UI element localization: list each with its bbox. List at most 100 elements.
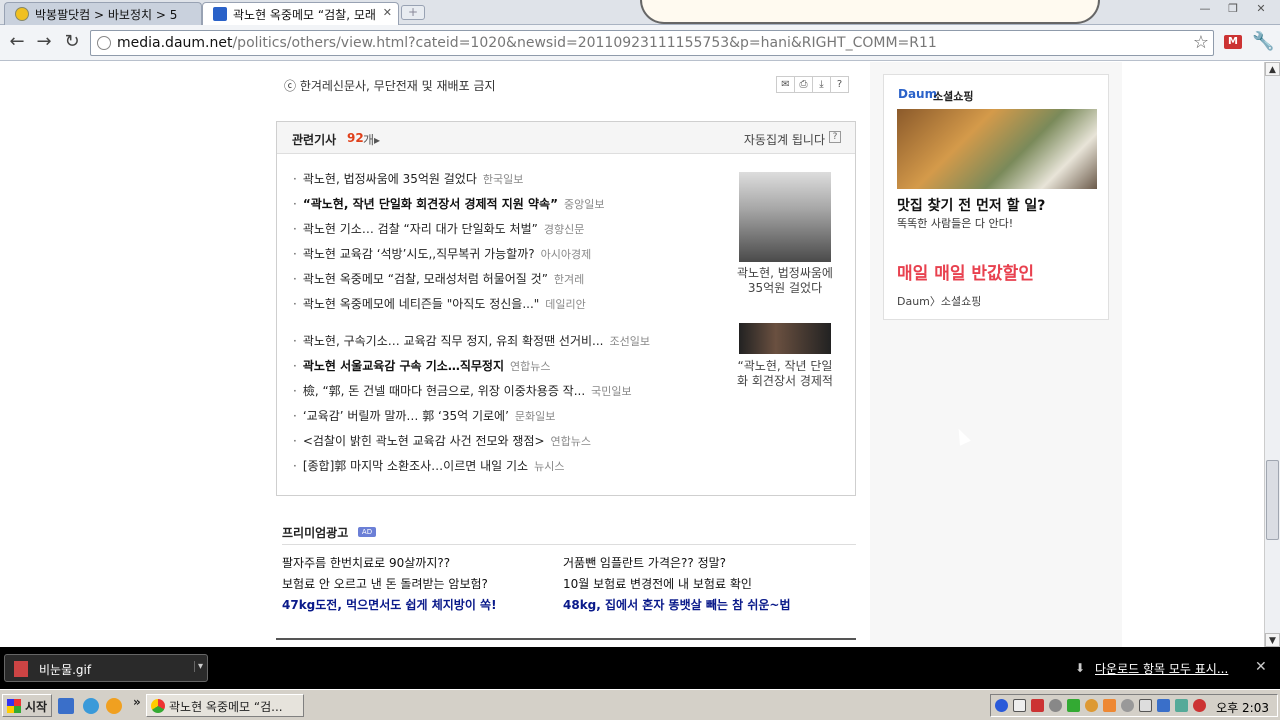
mail-icon[interactable]: ✉ xyxy=(776,76,795,93)
article-title-link[interactable]: ‘교육감’ 버릴까 말까… 郭 ‘35억 기로에’ xyxy=(303,409,509,423)
article-title-link[interactable]: 곽노현 기소… 검찰 “자리 대가 단일화도 처벌” xyxy=(303,222,538,236)
premium-ad-link[interactable]: 팔자주름 한번치료로 90살까지?? xyxy=(282,554,497,575)
wrench-menu-icon[interactable]: 🔧 xyxy=(1252,31,1274,52)
article-title-link[interactable]: 檢, “郭, 돈 건넬 때마다 현금으로, 위장 이중차용증 작... xyxy=(303,384,585,398)
url-text[interactable]: media.daum.net/politics/others/view.html… xyxy=(117,35,937,51)
bookmark-star-icon[interactable]: ☆ xyxy=(1193,32,1209,53)
start-button[interactable]: 시작 xyxy=(2,694,52,717)
ad-sale-text[interactable]: 매일 매일 반값할인 xyxy=(897,259,1034,284)
article-title-link[interactable]: [종합]郭 마지막 소환조사…이르면 내일 기소 xyxy=(303,459,528,473)
minimize-icon[interactable]: — xyxy=(1194,2,1216,17)
close-icon[interactable]: ✕ xyxy=(1255,659,1267,675)
thumb-photo-2[interactable] xyxy=(739,323,831,354)
tray-app-icon[interactable] xyxy=(1049,699,1062,712)
thumb-photo-1[interactable] xyxy=(739,172,831,262)
related-article-item[interactable]: · 곽노현 옥중메모에 네티즌들 "아직도 정신을..." 데일리안 xyxy=(293,295,604,320)
related-count[interactable]: 92 xyxy=(347,131,364,145)
related-article-item[interactable]: · “곽노현, 작년 단일화 회견장서 경제적 지원 약속” 중앙일보 xyxy=(293,195,604,220)
related-article-item[interactable]: · 檢, “郭, 돈 건넬 때마다 현금으로, 위장 이중차용증 작... 국민일보 xyxy=(293,382,650,407)
browser-toolbar: ← → ↻ media.daum.net/politics/others/vie… xyxy=(0,25,1280,61)
back-icon[interactable]: ← xyxy=(6,32,28,54)
maximize-icon[interactable]: ❐ xyxy=(1222,2,1244,17)
print-icon[interactable]: ⎙ xyxy=(794,76,813,93)
tray-app-icon[interactable] xyxy=(1103,699,1116,712)
food-image[interactable] xyxy=(897,109,1097,189)
tab-bakbong[interactable]: 박봉팔닷컴 > 바보정치 > 5 xyxy=(4,2,202,25)
chevron-down-icon[interactable]: ▾ xyxy=(193,661,203,672)
tab-daum-article[interactable]: 곽노현 옥중메모 “검찰, 모래 ✕ xyxy=(202,2,399,26)
chrome-icon xyxy=(151,699,165,713)
forward-icon[interactable]: → xyxy=(33,32,55,54)
related-title: 관련기사 xyxy=(292,133,337,147)
related-list-2: · 곽노현, 구속기소… 교육감 직무 정지, 유죄 확정땐 선거비... 조선일보… xyxy=(293,332,650,482)
article-title-link[interactable]: 곽노현, 구속기소… 교육감 직무 정지, 유죄 확정땐 선거비... xyxy=(303,334,604,348)
tray-network-icon[interactable] xyxy=(995,699,1008,712)
scroll-thumb[interactable] xyxy=(1266,460,1279,540)
related-article-item[interactable]: · 곽노현 서울교육감 구속 기소…직무정지 연합뉴스 xyxy=(293,357,650,382)
scroll-up-icon[interactable]: ▲ xyxy=(1265,62,1280,76)
article-title-link[interactable]: 곽노현 교육감 ‘석방’시도,,직무복귀 가능할까? xyxy=(303,247,535,261)
chevron-right-icon[interactable]: » xyxy=(133,695,141,709)
close-icon[interactable]: ✕ xyxy=(383,6,392,19)
scroll-down-icon[interactable]: ▼ xyxy=(1265,633,1280,647)
help-icon[interactable]: ? xyxy=(829,131,841,143)
quicklaunch-app-icon[interactable] xyxy=(106,698,122,714)
article-title-link[interactable]: 곽노현 서울교육감 구속 기소…직무정지 xyxy=(303,359,504,373)
taskbar-item-chrome[interactable]: 곽노현 옥중메모 “검... xyxy=(146,694,304,717)
premium-ad-link[interactable]: 48kg, 집에서 혼자 똥뱃살 빼는 참 쉬운~법 xyxy=(563,596,791,617)
tray-app-icon[interactable] xyxy=(1121,699,1134,712)
article-title-link[interactable]: 곽노현 옥중메모 “검찰, 모래성처럼 허물어질 것” xyxy=(303,272,548,286)
tray-app-icon[interactable] xyxy=(1193,699,1206,712)
address-bar[interactable]: media.daum.net/politics/others/view.html… xyxy=(90,30,1214,56)
close-window-icon[interactable]: ✕ xyxy=(1250,2,1272,17)
bullet-icon: · xyxy=(293,297,297,311)
tray-app-icon[interactable] xyxy=(1067,699,1080,712)
article-title-link[interactable]: “곽노현, 작년 단일화 회견장서 경제적 지원 약속” xyxy=(303,197,558,211)
download-item[interactable]: 비눈물.gif ▾ xyxy=(4,654,208,682)
thumb-caption-2[interactable]: “곽노현, 작년 단일 화 회견장서 경제적 xyxy=(729,359,841,389)
article-source: 중앙일보 xyxy=(564,198,605,211)
thumb-caption-1[interactable]: 곽노현, 법정싸움에 35억원 걸었다 xyxy=(729,266,841,296)
related-article-item[interactable]: · <검찰이 밝힌 곽노현 교육감 사건 전모와 쟁점> 연합뉴스 xyxy=(293,432,650,457)
related-count-unit[interactable]: 개▸ xyxy=(363,131,380,148)
article-title-link[interactable]: 곽노현, 법정싸움에 35억원 걸었다 xyxy=(303,172,477,186)
related-article-item[interactable]: · 곽노현 옥중메모 “검찰, 모래성처럼 허물어질 것” 한겨레 xyxy=(293,270,604,295)
article-source: 연합뉴스 xyxy=(510,360,551,373)
ad-subtext: 똑똑한 사람들은 다 안다! xyxy=(897,217,1014,230)
quicklaunch-desktop-icon[interactable] xyxy=(58,698,74,714)
tray-v3-icon[interactable] xyxy=(1013,699,1026,712)
ad-footer[interactable]: Daum〉소셜쇼핑 xyxy=(897,293,981,309)
tray-app-icon[interactable] xyxy=(1031,699,1044,712)
download-icon[interactable]: ⤓ xyxy=(812,76,831,93)
ad-badge: AD xyxy=(358,527,376,537)
new-tab-button[interactable]: + xyxy=(401,5,425,20)
social-shopping-ad[interactable]: Daum 소셜쇼핑 맛집 찾기 전 먼저 할 일? 똑똑한 사람들은 다 안다!… xyxy=(883,74,1109,320)
gmail-extension-icon[interactable]: M xyxy=(1224,35,1242,49)
article-source: 아시아경제 xyxy=(540,248,592,261)
related-article-item[interactable]: · 곽노현 교육감 ‘석방’시도,,직무복귀 가능할까? 아시아경제 xyxy=(293,245,604,270)
premium-ad-link[interactable]: 47kg도전, 먹으면서도 쉽게 체지방이 쏙! xyxy=(282,596,497,617)
tray-app-icon[interactable] xyxy=(1085,699,1098,712)
show-all-downloads-link[interactable]: 다운로드 항목 모두 표시... xyxy=(1095,660,1228,677)
premium-ad-link[interactable]: 거품뺀 임플란트 가격은?? 정말? xyxy=(563,554,791,575)
related-article-item[interactable]: · 곽노현 기소… 검찰 “자리 대가 단일화도 처벌” 경향신문 xyxy=(293,220,604,245)
related-article-item[interactable]: · [종합]郭 마지막 소환조사…이르면 내일 기소 뉴시스 xyxy=(293,457,650,482)
related-article-item[interactable]: · 곽노현, 법정싸움에 35억원 걸었다 한국일보 xyxy=(293,170,604,195)
related-article-item[interactable]: · ‘교육감’ 버릴까 말까… 郭 ‘35억 기로에’ 문화일보 xyxy=(293,407,650,432)
ad-headline[interactable]: 맛집 찾기 전 먼저 할 일? xyxy=(897,195,1045,215)
tray-app-icon[interactable] xyxy=(1175,699,1188,712)
vertical-scrollbar[interactable]: ▲ ▼ xyxy=(1264,62,1280,647)
help-icon[interactable]: ? xyxy=(830,76,849,93)
site-favicon-icon xyxy=(15,7,29,21)
premium-ad-link[interactable]: 10월 보험료 변경전에 내 보험료 확인 xyxy=(563,575,791,596)
article-title-link[interactable]: <검찰이 밝힌 곽노현 교육감 사건 전모와 쟁점> xyxy=(303,434,545,448)
bullet-icon: · xyxy=(293,172,297,186)
article-title-link[interactable]: 곽노현 옥중메모에 네티즌들 "아직도 정신을..." xyxy=(303,297,539,311)
page-info-icon[interactable] xyxy=(97,36,111,50)
tray-app-icon[interactable] xyxy=(1157,699,1170,712)
tray-app-icon[interactable] xyxy=(1139,699,1152,712)
premium-ad-link[interactable]: 보험료 안 오르고 낸 돈 돌려받는 암보험? xyxy=(282,575,497,596)
related-article-item[interactable]: · 곽노현, 구속기소… 교육감 직무 정지, 유죄 확정땐 선거비... 조선일보 xyxy=(293,332,650,357)
reload-icon[interactable]: ↻ xyxy=(61,32,83,54)
quicklaunch-ie-icon[interactable] xyxy=(83,698,99,714)
